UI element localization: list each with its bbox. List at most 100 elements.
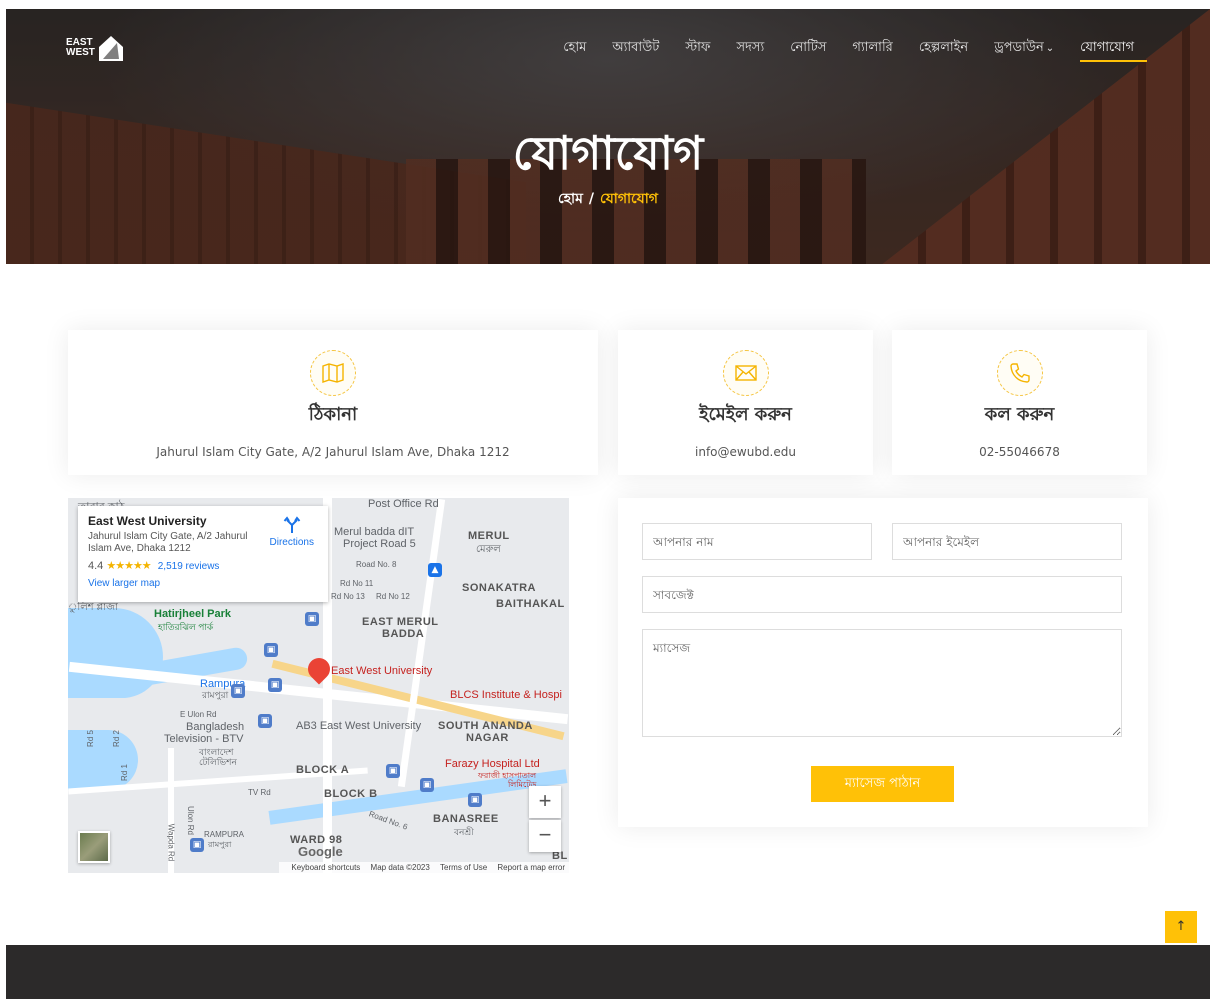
google-logo: Google — [298, 844, 343, 859]
bus-stop-icon[interactable]: ▣ — [264, 643, 278, 657]
chevron-down-icon: ⌄ — [1045, 43, 1055, 54]
map-label-sonakatra: SONAKATRA — [462, 582, 536, 594]
email-input[interactable] — [892, 523, 1122, 560]
map-water-lower — [68, 730, 138, 790]
nav-home[interactable]: হোম — [550, 39, 599, 58]
nav-notice[interactable]: নোটিস — [777, 39, 839, 58]
address-text: Jahurul Islam City Gate, A/2 Jahurul Isl… — [156, 445, 510, 459]
map-footer-links: Keyboard shortcuts Map data ©2023 Terms … — [279, 862, 569, 873]
bus-stop-icon[interactable]: ▣ — [190, 838, 204, 852]
site-logo[interactable]: EAST WEST — [66, 31, 126, 65]
map-label-btv-1: Bangladesh — [186, 721, 245, 733]
main-nav: হোম অ্যাবাউট স্টাফ সদস্য নোটিস গ্যালারি … — [550, 39, 1147, 62]
map-label-rd1: Rd 1 — [119, 764, 129, 781]
nav-dropdown-label: ড্রপডাউন — [994, 40, 1044, 55]
phone-title: কল করুন — [984, 404, 1055, 425]
nav-members[interactable]: সদস্য — [723, 39, 777, 58]
map-label-nagar: NAGAR — [466, 732, 509, 744]
directions-button[interactable]: Directions — [270, 516, 314, 548]
map-rating: 4.4 ★★★★★ 2,519 reviews — [88, 559, 318, 572]
report-error-link[interactable]: Report a map error — [497, 863, 565, 872]
bus-stop-icon[interactable]: ▣ — [268, 678, 282, 692]
map-label-left-edge: ুলিশ প্লাজা — [68, 602, 118, 613]
envelope-icon — [722, 350, 769, 396]
map-label-rd2: Rd 2 — [111, 730, 121, 747]
map-label-ulon-rd: Ulon Rd — [185, 806, 195, 835]
bus-stop-icon[interactable]: ▣ — [468, 793, 482, 807]
back-to-top-button[interactable]: ↑ — [1165, 911, 1197, 943]
map-label-project-road: Project Road 5 — [343, 538, 416, 550]
bus-stop-icon[interactable]: ▣ — [386, 764, 400, 778]
bus-stop-icon[interactable]: ▣ — [305, 612, 319, 626]
email-title: ইমেইল করুন — [699, 404, 792, 425]
map-label-rampura-low: RAMPURA — [204, 830, 245, 839]
bus-stop-icon[interactable]: ▣ — [420, 778, 434, 792]
map-label-road8: Road No. 8 — [356, 560, 397, 569]
directions-icon — [283, 516, 301, 533]
bus-stop-icon[interactable]: ▣ — [258, 714, 272, 728]
nav-contact[interactable]: যোগাযোগ — [1067, 39, 1147, 62]
map-label-baithakal: BAITHAKAL — [496, 598, 565, 610]
nav-dropdown[interactable]: ড্রপডাউন ⌄ — [981, 39, 1067, 58]
nav-gallery[interactable]: গ্যালারি — [839, 39, 905, 58]
breadcrumb: হোম / যোগাযোগ — [6, 187, 1210, 211]
map-label-rd13: Rd No 13 — [331, 592, 365, 601]
nav-about[interactable]: অ্যাবাউট — [599, 39, 672, 58]
map-place-address: Jahurul Islam City Gate, A/2 Jahurul Isl… — [88, 531, 248, 554]
send-message-button[interactable]: ম্যাসেজ পাঠান — [811, 766, 954, 802]
map-label-hatirjheel-bn: হাতিরঝিল পার্ক — [158, 622, 214, 632]
subject-input[interactable] — [642, 576, 1122, 613]
breadcrumb-current: যোগাযোগ — [600, 191, 658, 207]
map-label-post-office: Post Office Rd — [368, 498, 439, 510]
map-label-rampura-bn: রামপুরা — [202, 690, 229, 700]
map-label-rampura-low-bn: রামপুরা — [208, 840, 232, 849]
email-card: ইমেইল করুন info@ewubd.edu — [618, 330, 873, 475]
map-label-hatirjheel: Hatirjheel Park — [154, 608, 232, 620]
map-label-rd5: Rd 5 — [85, 730, 95, 747]
map-label-ab3: AB3 East West University — [296, 720, 422, 732]
map-label-blcs: BLCS Institute & Hospi — [450, 689, 562, 701]
phone-text[interactable]: 02-55046678 — [892, 445, 1147, 459]
map-attribution: Google Keyboard shortcuts Map data ©2023… — [68, 844, 569, 873]
contact-form: ম্যাসেজ পাঠান — [618, 498, 1148, 827]
logo-building-icon — [98, 36, 123, 61]
view-larger-map-link[interactable]: View larger map — [88, 578, 318, 589]
map-label-banasree: BANASREE — [433, 813, 499, 825]
map-data-text: Map data ©2023 — [370, 863, 430, 872]
map-label-wapda: Wapda Rd — [166, 823, 176, 862]
breadcrumb-separator: / — [588, 191, 595, 207]
map-label-tv-rd: TV Rd — [248, 788, 271, 797]
map-label-banasree-bn: বনশ্রী — [454, 827, 474, 837]
name-input[interactable] — [642, 523, 872, 560]
message-textarea[interactable] — [642, 629, 1122, 737]
zoom-in-button[interactable]: + — [529, 786, 561, 818]
map-label-south-ananda: SOUTH ANANDA — [438, 720, 533, 732]
map-icon — [310, 350, 356, 396]
logo-text: EAST WEST — [66, 38, 95, 58]
map-label-farazy: Farazy Hospital Ltd — [445, 758, 540, 770]
email-text[interactable]: info@ewubd.edu — [618, 445, 873, 459]
nav-staff[interactable]: স্টাফ — [672, 39, 723, 58]
map-label-merul-bn: মেরুল — [476, 544, 501, 555]
breadcrumb-home[interactable]: হোম — [558, 191, 583, 207]
map-reviews-link[interactable]: 2,519 reviews — [158, 561, 220, 572]
map-rating-value: 4.4 — [88, 560, 104, 572]
phone-card: কল করুন 02-55046678 — [892, 330, 1147, 475]
keyboard-shortcuts-link[interactable]: Keyboard shortcuts — [291, 863, 360, 872]
transit-icon[interactable]: ▲ — [428, 563, 442, 577]
address-card: ঠিকানা Jahurul Islam City Gate, A/2 Jahu… — [68, 330, 598, 475]
page-title: যোগাযোগ — [512, 126, 704, 180]
address-title: ঠিকানা — [308, 404, 358, 425]
map-label-btv-2: Television - BTV — [164, 733, 244, 745]
map-label-east-merul: EAST MERUL — [362, 616, 439, 628]
map-label-road6: Road No. 6 — [367, 809, 409, 832]
map-label-ewu-pin: East West University — [331, 665, 433, 677]
nav-helpline[interactable]: হেল্পলাইন — [906, 39, 981, 58]
star-icon: ★★★★★ — [106, 560, 151, 572]
map-label-merul: MERUL — [468, 530, 510, 542]
google-map[interactable]: Post Office Rd তারার কাঠ Merul badda dIT… — [68, 498, 569, 873]
zoom-out-button[interactable]: − — [529, 820, 561, 852]
bus-stop-icon[interactable]: ▣ — [231, 684, 245, 698]
map-label-block-a: BLOCK A — [296, 764, 350, 776]
terms-link[interactable]: Terms of Use — [440, 863, 487, 872]
